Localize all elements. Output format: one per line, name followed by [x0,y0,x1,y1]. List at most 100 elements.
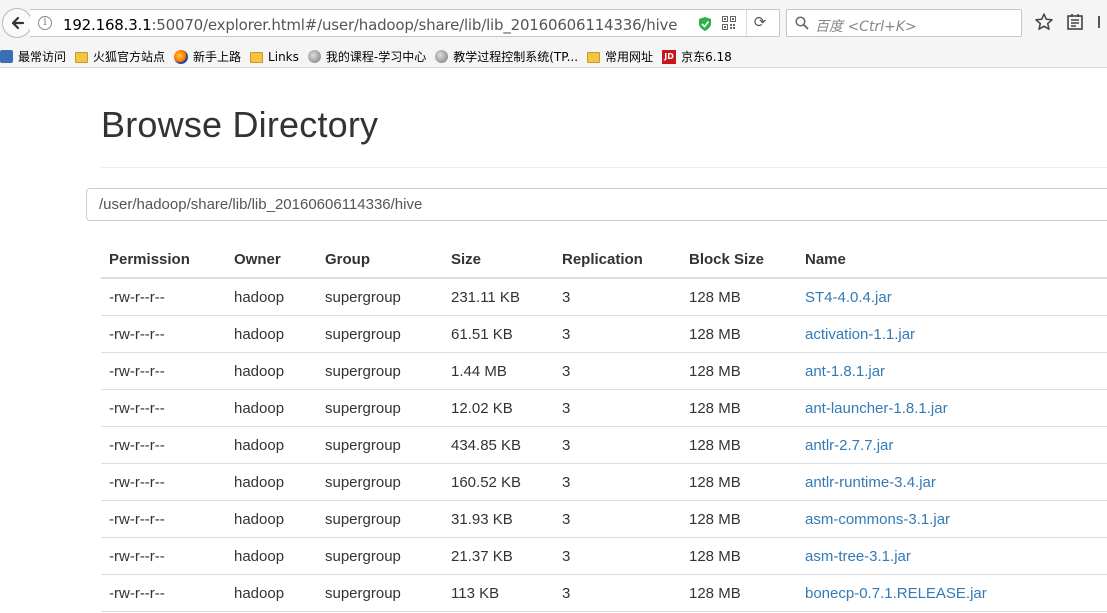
folder-icon [587,52,601,63]
folder-icon [75,52,89,63]
cell-owner: hadoop [226,426,317,464]
cell-permission: -rw-r--r-- [101,537,226,575]
cell-block-size: 128 MB [681,463,797,501]
overflow-icon[interactable] [1098,16,1107,28]
table-row: -rw-r--r-- hadoop supergroup 61.51 KB 3 … [101,315,1107,353]
cell-replication: 3 [554,278,681,316]
file-link[interactable]: antlr-2.7.7.jar [805,437,893,454]
cell-replication: 3 [554,426,681,464]
bookmark-label: 最常访问 [18,50,67,64]
bookmark-jd[interactable]: JD 京东6.18 [662,48,732,65]
file-link[interactable]: ant-1.8.1.jar [805,363,885,380]
cell-size: 113 KB [443,574,554,612]
url-text[interactable]: 192.168.3.1:50070/explorer.html#/user/ha… [63,16,677,34]
bookmark-links[interactable]: Links [250,50,299,64]
cell-permission: -rw-r--r-- [101,315,226,353]
cell-permission: -rw-r--r-- [101,463,226,501]
cell-group: supergroup [317,315,443,353]
bookmark-firefox-official[interactable]: 火狐官方站点 [75,48,165,65]
cell-name: ant-launcher-1.8.1.jar [797,389,1107,427]
cell-group: supergroup [317,352,443,390]
globe-icon [307,50,321,63]
cell-owner: hadoop [226,574,317,612]
bookmark-label: 常用网址 [605,50,654,64]
table-row: -rw-r--r-- hadoop supergroup 434.85 KB 3… [101,426,1107,464]
file-link[interactable]: activation-1.1.jar [805,326,915,343]
cell-name: activation-1.1.jar [797,315,1107,353]
shield-icon[interactable] [698,16,712,32]
reload-icon[interactable]: ⟳ [752,15,768,31]
cell-replication: 3 [554,389,681,427]
cell-owner: hadoop [226,389,317,427]
bookmark-label: 京东6.18 [681,50,732,64]
firefox-icon [174,49,189,64]
cell-name: antlr-2.7.7.jar [797,426,1107,464]
column-header-block-size[interactable]: Block Size [681,241,797,279]
column-header-name[interactable]: Name [797,241,1107,279]
cell-block-size: 128 MB [681,500,797,538]
cell-block-size: 128 MB [681,389,797,427]
bookmark-most-visited[interactable]: 最常访问 [0,48,66,65]
cell-owner: hadoop [226,315,317,353]
cell-permission: -rw-r--r-- [101,574,226,612]
file-link[interactable]: asm-commons-3.1.jar [805,511,950,528]
cell-block-size: 128 MB [681,278,797,316]
bookmark-star-icon[interactable] [1034,12,1054,32]
column-header-size[interactable]: Size [443,241,554,279]
file-link[interactable]: antlr-runtime-3.4.jar [805,474,936,491]
cell-block-size: 128 MB [681,315,797,353]
cell-name: ant-1.8.1.jar [797,352,1107,390]
info-icon[interactable]: i [38,16,52,30]
file-link[interactable]: ST4-4.0.4.jar [805,289,892,306]
table-row: -rw-r--r-- hadoop supergroup 160.52 KB 3… [101,463,1107,501]
cell-group: supergroup [317,500,443,538]
directory-path-input[interactable] [86,188,1107,221]
cell-group: supergroup [317,426,443,464]
bookmark-getting-started[interactable]: 新手上路 [174,48,241,65]
bookmark-teaching-system[interactable]: 教学过程控制系统(TP... [435,48,578,65]
cell-permission: -rw-r--r-- [101,426,226,464]
title-divider [101,167,1107,168]
cell-name: asm-tree-3.1.jar [797,537,1107,575]
cell-replication: 3 [554,574,681,612]
cell-permission: -rw-r--r-- [101,500,226,538]
reading-list-icon[interactable] [1066,13,1084,31]
cell-block-size: 128 MB [681,426,797,464]
cell-group: supergroup [317,389,443,427]
arrow-left-icon [11,16,25,30]
qr-code-icon[interactable] [722,16,736,30]
cell-owner: hadoop [226,352,317,390]
bookmark-label: 新手上路 [193,50,242,64]
file-link[interactable]: ant-launcher-1.8.1.jar [805,400,948,417]
cell-replication: 3 [554,500,681,538]
cell-permission: -rw-r--r-- [101,352,226,390]
column-header-group[interactable]: Group [317,241,443,279]
cell-size: 160.52 KB [443,463,554,501]
bookmark-label: 火狐官方站点 [93,50,166,64]
back-button[interactable] [2,8,32,38]
bookmark-common-sites[interactable]: 常用网址 [587,48,653,65]
cell-owner: hadoop [226,278,317,316]
bookmark-my-courses[interactable]: 我的课程-学习中心 [307,48,426,65]
cell-group: supergroup [317,537,443,575]
cell-size: 61.51 KB [443,315,554,353]
column-header-permission[interactable]: Permission [101,241,226,279]
url-bar[interactable]: i 192.168.3.1:50070/explorer.html#/user/… [30,9,780,37]
bookmarks-toolbar: 最常访问 火狐官方站点 新手上路 Links 我的课程-学习中心 教学过程控制系… [0,46,1107,68]
column-header-replication[interactable]: Replication [554,241,681,279]
cell-name: antlr-runtime-3.4.jar [797,463,1107,501]
file-link[interactable]: bonecp-0.7.1.RELEASE.jar [805,585,987,602]
page-title: Browse Directory [101,104,379,145]
cell-permission: -rw-r--r-- [101,389,226,427]
cell-replication: 3 [554,537,681,575]
cell-size: 31.93 KB [443,500,554,538]
search-bar[interactable]: 百度 <Ctrl+K> [786,9,1022,37]
table-row: -rw-r--r-- hadoop supergroup 12.02 KB 3 … [101,389,1107,427]
cell-size: 434.85 KB [443,426,554,464]
file-link[interactable]: asm-tree-3.1.jar [805,548,911,565]
star-bookmark-icon [0,50,13,63]
column-header-owner[interactable]: Owner [226,241,317,279]
cell-group: supergroup [317,574,443,612]
search-placeholder: 百度 <Ctrl+K> [815,19,917,35]
url-path: :50070/explorer.html#/user/hadoop/share/… [151,16,678,34]
